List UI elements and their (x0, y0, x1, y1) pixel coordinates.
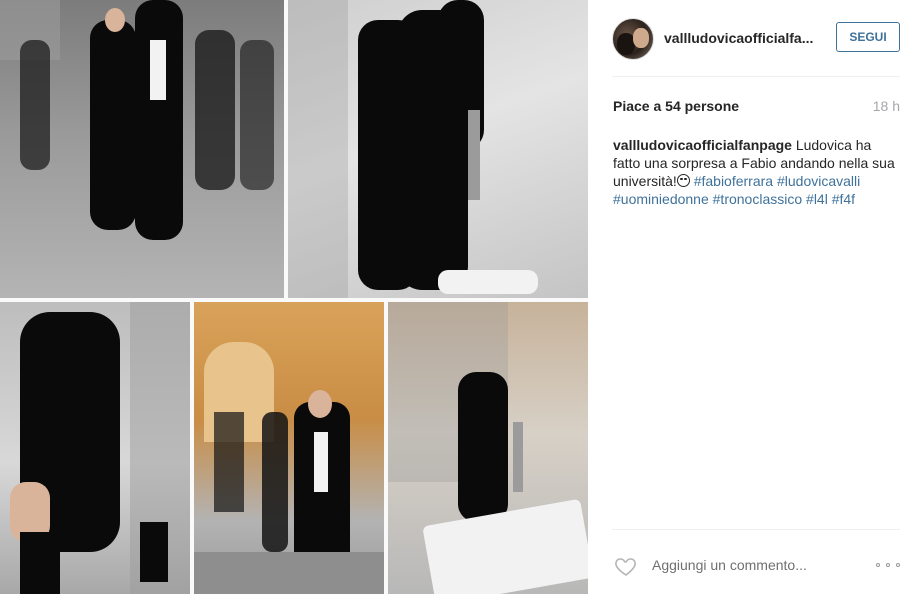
hashtag-link[interactable]: #f4f (832, 191, 855, 207)
username-link[interactable]: vallludovicaofficialfa... (664, 30, 813, 46)
likes-count[interactable]: Piace a 54 persone (613, 98, 739, 114)
comment-input[interactable] (648, 552, 856, 578)
divider (612, 76, 900, 77)
hashtag-link[interactable]: #ludovicavalli (777, 173, 860, 189)
post-time[interactable]: 18 h (873, 98, 900, 114)
more-options-icon[interactable] (876, 552, 900, 578)
follow-button[interactable]: SEGUI (836, 22, 900, 52)
post-header: vallludovicaofficialfa... SEGUI (588, 0, 900, 76)
post-details-panel: vallludovicaofficialfa... SEGUI Piace a … (588, 0, 900, 594)
collage-photo-3 (0, 302, 190, 594)
smile-emoji-icon (676, 174, 690, 187)
post-footer (588, 538, 900, 594)
caption-username-link[interactable]: vallludovicaofficialfanpage (613, 137, 792, 153)
post-photo[interactable] (0, 0, 588, 594)
collage-photo-4 (194, 302, 384, 594)
collage-photo-1 (0, 0, 284, 298)
heart-icon[interactable] (614, 554, 638, 578)
divider (612, 529, 900, 530)
hashtag-link[interactable]: #fabioferrara (694, 173, 773, 189)
collage-photo-5 (388, 302, 588, 594)
avatar[interactable] (612, 18, 654, 60)
caption: vallludovicaofficialfanpage Ludovica ha … (613, 136, 897, 208)
hashtag-link[interactable]: #uominiedonne (613, 191, 709, 207)
hashtag-link[interactable]: #l4l (806, 191, 828, 207)
hashtag-link[interactable]: #tronoclassico (713, 191, 803, 207)
collage-photo-2 (288, 0, 588, 298)
